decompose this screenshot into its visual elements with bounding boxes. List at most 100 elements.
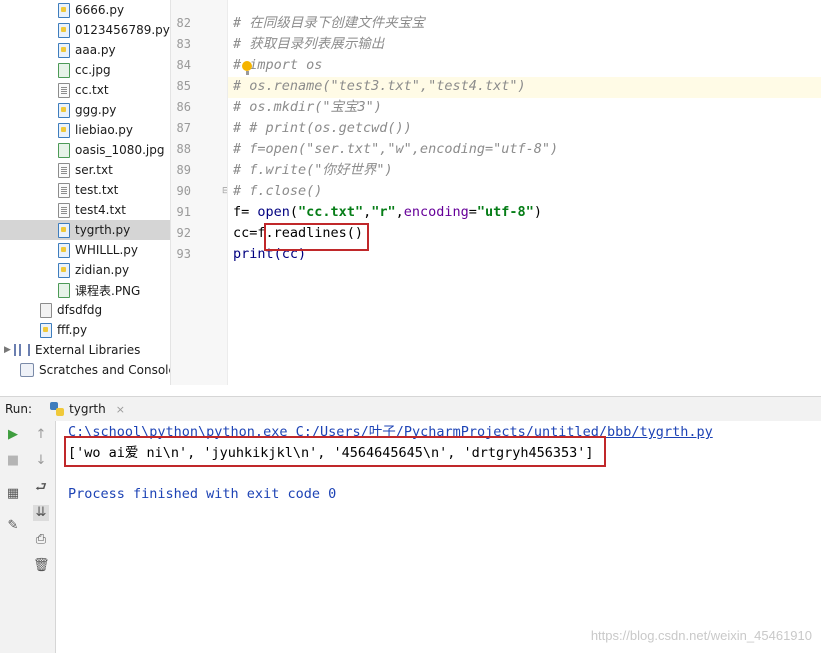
code-line: # os.mkdir("宝宝3") [233,99,382,115]
tree-item-label: 6666.py [75,3,125,17]
tree-item-0123456789[interactable]: 0123456789.py [0,20,170,40]
tree-item-test4-txt[interactable]: test4.txt [0,200,170,220]
tree-item-cc-txt[interactable]: cc.txt [0,80,170,100]
python-file-icon [58,222,70,238]
tree-item-dfsdfdg[interactable]: dfsdfdg [0,300,170,320]
run-tab-title: tygrth [69,402,106,416]
code-line: # f.close() [233,183,323,199]
tree-item-label: 0123456789.py [75,23,170,37]
python-file-icon [58,2,70,18]
code-line: # f.write("你好世界") [233,162,393,178]
code-line: f= open("cc.txt","r",encoding="utf-8") [233,204,542,220]
tree-item-scratches[interactable]: Scratches and Console [0,360,170,380]
tree-item-external-libraries[interactable]: ▶ External Libraries [0,340,170,360]
trash-icon[interactable]: 🗑 [33,558,50,574]
image-file-icon [58,282,70,298]
line-number: 83 [176,37,191,51]
python-file-icon [58,122,70,138]
console-exit-line: Process finished with exit code 0 [68,486,337,502]
tree-item-zidian[interactable]: zidian.py [0,260,170,280]
readlines-annotation-box [264,223,369,251]
tree-item-label: cc.txt [75,83,109,97]
tree-item-aaa[interactable]: aaa.py [0,40,170,60]
tree-item-label: ser.txt [75,163,113,177]
tree-item-ggg[interactable]: ggg.py [0,100,170,120]
tree-item-whilll[interactable]: WHILLL.py [0,240,170,260]
line-number: 90 [176,184,191,198]
tree-item-label: Scratches and Console [39,363,170,377]
tree-item-label: tygrth.py [75,223,131,237]
python-file-icon [58,42,70,58]
line-number: 93 [176,247,191,261]
line-number: 82 [176,16,191,30]
pin-icon[interactable]: ✎ [5,518,21,534]
tree-item-label: cc.jpg [75,63,111,77]
line-number: 84 [176,58,191,72]
text-file-icon [58,82,70,98]
tree-item-cc-jpg[interactable]: cc.jpg [0,60,170,80]
line-number: 88 [176,142,191,156]
tree-item-label: aaa.py [75,43,116,57]
text-file-icon [58,182,70,198]
code-line: # 获取目录列表展示输出 [233,36,385,52]
chevron-right-icon[interactable]: ▶ [4,345,14,355]
tree-item-schedule-png[interactable]: 课程表.PNG [0,280,170,300]
tree-item-ser-txt[interactable]: ser.txt [0,160,170,180]
lightbulb-stem [246,71,249,75]
editor-gutter: 82 83 84 85 86 87 88 89 90 91 92 93 [170,0,229,385]
tree-item-label: WHILLL.py [75,243,139,257]
line-number: 85 [176,79,191,93]
tree-item-label: fff.py [57,323,88,337]
lightbulb-icon[interactable] [242,61,252,71]
text-file-icon [58,202,70,218]
python-file-icon [58,242,70,258]
line-number: 92 [176,226,191,240]
tree-item-tygrth[interactable]: tygrth.py [0,220,170,240]
up-icon[interactable]: ↑ [33,427,49,443]
text-file-icon [58,162,70,178]
tree-item-label: oasis_1080.jpg [75,143,165,157]
tree-item-label: dfsdfdg [57,303,103,317]
python-file-icon [40,322,52,338]
python-file-icon [58,22,70,38]
layout-icon[interactable]: ▦ [5,486,21,502]
line-number: 89 [176,163,191,177]
soft-wrap-icon[interactable]: ⮐ [33,480,49,496]
line-number: 86 [176,100,191,114]
tree-item-label: test.txt [75,183,119,197]
scroll-to-end-icon[interactable]: ⇊ [33,505,49,521]
code-line: # os.rename("test3.txt","test4.txt") [233,78,526,94]
run-toolbar: ▶ ↑ ■ ↓ ⮐ ▦ ⇊ ✎ ⎙ 🗑 [0,421,56,653]
run-tab-tygrth[interactable]: tygrth × [50,402,125,416]
tree-item-label: External Libraries [35,343,141,357]
tree-item-6666[interactable]: 6666.py [0,0,170,20]
python-file-icon [58,102,70,118]
close-icon[interactable]: × [116,403,125,416]
watermark: https://blog.csdn.net/weixin_45461910 [590,628,812,643]
print-icon[interactable]: ⎙ [33,532,49,548]
plain-file-icon [40,302,52,318]
down-icon[interactable]: ↓ [33,453,49,469]
run-label: Run: [5,402,33,416]
scratches-icon [20,363,34,377]
tree-item-oasis[interactable]: oasis_1080.jpg [0,140,170,160]
stop-icon[interactable]: ■ [5,453,21,469]
image-file-icon [58,62,70,78]
tree-item-fff[interactable]: fff.py [0,320,170,340]
tree-item-label: zidian.py [75,263,130,277]
code-line: # 在同级目录下创建文件夹宝宝 [233,15,425,31]
library-icon [14,344,30,356]
project-tree: 6666.py 0123456789.py aaa.py cc.jpg cc.t… [0,0,170,385]
code-editor[interactable]: # 在同级目录下创建文件夹宝宝 # 获取目录列表展示输出 # import os… [228,0,821,385]
line-number: 91 [176,205,191,219]
python-file-icon [58,262,70,278]
tree-item-liebiao[interactable]: liebiao.py [0,120,170,140]
code-line: # # print(os.getcwd()) [233,120,412,136]
tree-item-test-txt[interactable]: test.txt [0,180,170,200]
code-line: # f=open("ser.txt","w",encoding="utf-8") [233,141,559,157]
python-icon [50,402,65,416]
tree-item-label: ggg.py [75,103,117,117]
run-icon[interactable]: ▶ [5,427,21,443]
tree-item-label: 课程表.PNG [75,283,141,298]
tree-item-label: liebiao.py [75,123,134,137]
